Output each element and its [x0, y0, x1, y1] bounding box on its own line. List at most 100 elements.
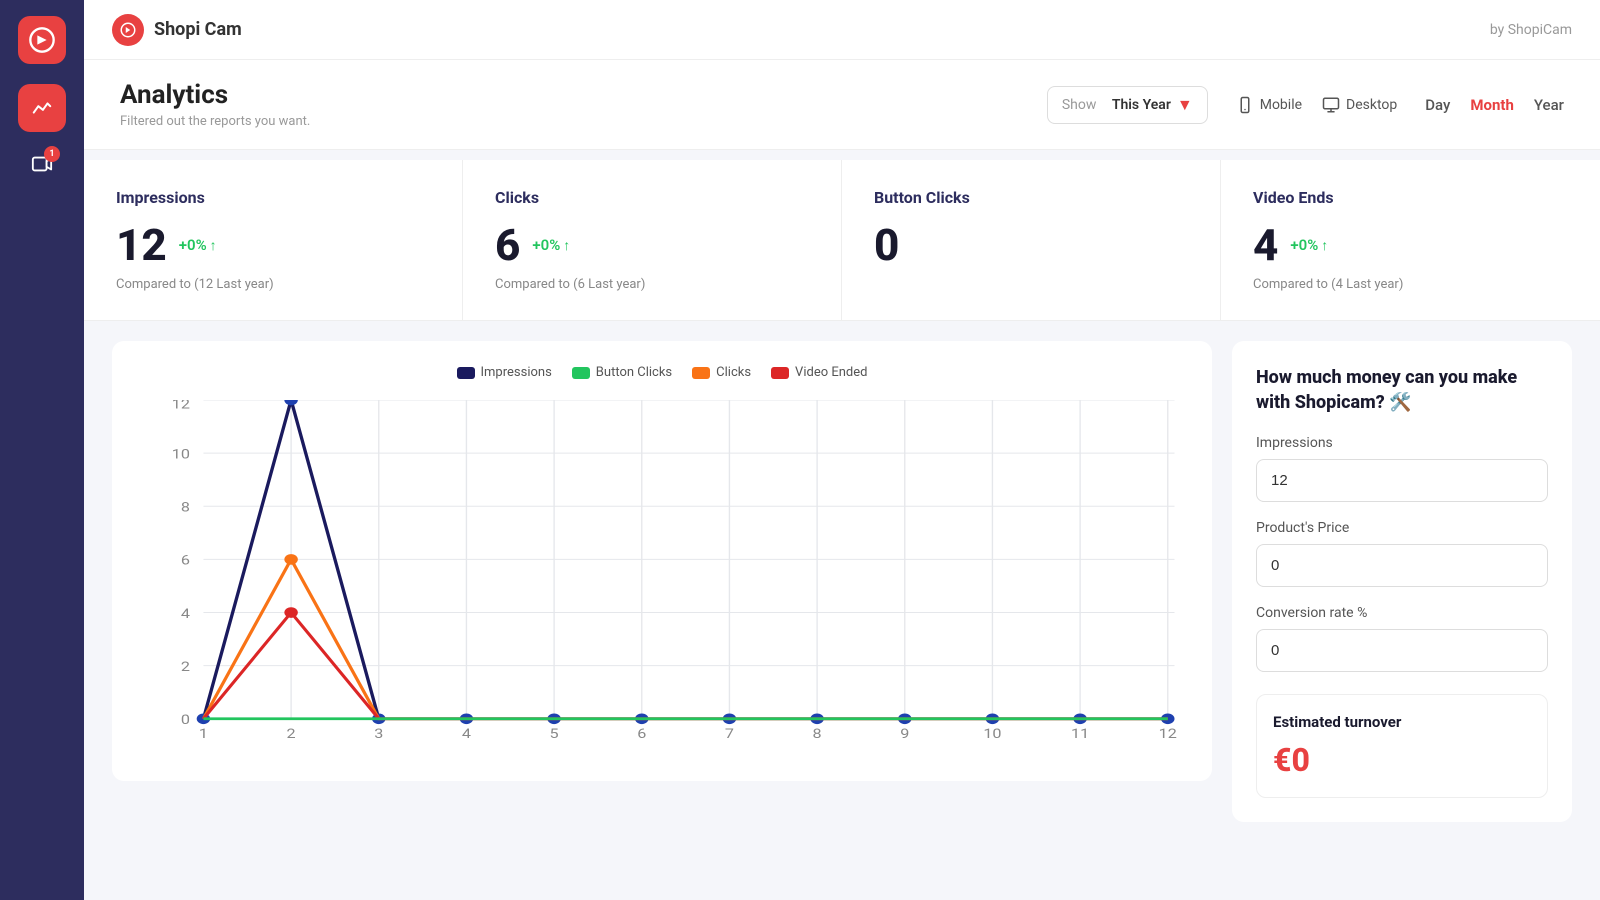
- svg-text:9: 9: [900, 726, 909, 740]
- show-value: This Year: [1112, 97, 1171, 113]
- page-area: Analytics Filtered out the reports you w…: [84, 60, 1600, 900]
- money-label-product-price: Product's Price: [1256, 520, 1548, 536]
- svg-text:6: 6: [637, 726, 646, 740]
- money-field-product-price: Product's Price: [1256, 520, 1548, 605]
- chart-dot-button-clicks-2: [284, 607, 297, 618]
- desktop-label: Desktop: [1346, 97, 1397, 113]
- svg-text:10: 10: [172, 446, 190, 462]
- mobile-icon: [1236, 96, 1254, 114]
- brand-name: Shopi Cam: [154, 19, 242, 40]
- chart-svg: 0 2 4 6 8 10 12 1 2 3 4 5 6: [136, 400, 1188, 740]
- stat-value-clicks: 6: [495, 223, 520, 267]
- sidebar-item-analytics[interactable]: [18, 84, 66, 132]
- stat-card-impressions: Impressions 12 +0% ↑ Compared to (12 Las…: [84, 160, 463, 320]
- money-label-impressions: Impressions: [1256, 435, 1548, 451]
- brand-logo: [112, 14, 144, 46]
- svg-text:3: 3: [374, 726, 383, 740]
- legend-dot-impressions: [457, 367, 475, 379]
- money-input-product-price[interactable]: [1256, 544, 1548, 587]
- stat-label-clicks: Clicks: [495, 188, 809, 207]
- svg-text:11: 11: [1071, 726, 1089, 740]
- svg-text:6: 6: [181, 552, 190, 568]
- chart-icon: [31, 97, 53, 119]
- money-label-conversion-rate: Conversion rate %: [1256, 605, 1548, 621]
- arrow-up-icon: ↑: [210, 237, 217, 254]
- svg-text:7: 7: [725, 726, 734, 740]
- brand: Shopi Cam: [112, 14, 242, 46]
- legend-label-impressions: Impressions: [481, 365, 552, 380]
- chart-area: 0 2 4 6 8 10 12 1 2 3 4 5 6: [136, 400, 1188, 740]
- stat-change-video-ends: +0% ↑: [1290, 236, 1328, 254]
- arrow-up-icon: ↑: [563, 237, 570, 254]
- money-field-impressions: Impressions: [1256, 435, 1548, 520]
- stat-change-clicks: +0% ↑: [532, 236, 570, 254]
- app-logo: [18, 16, 66, 64]
- desktop-icon: [1322, 96, 1340, 114]
- mobile-device-btn[interactable]: Mobile: [1236, 92, 1302, 118]
- legend-dot-button-clicks: [572, 367, 590, 379]
- show-year-dropdown[interactable]: Show This Year ▼: [1047, 86, 1208, 124]
- svg-text:1: 1: [199, 726, 208, 740]
- topbar: Shopi Cam by ShopiCam: [84, 0, 1600, 60]
- chart-dot-clicks-2: [284, 554, 297, 565]
- legend-label-video-ended: Video Ended: [795, 365, 867, 380]
- arrow-up-icon: ↑: [1321, 237, 1328, 254]
- legend-label-clicks: Clicks: [716, 365, 751, 380]
- svg-text:8: 8: [181, 499, 190, 515]
- chart-legend: Impressions Button Clicks Clicks Video E…: [136, 365, 1188, 380]
- money-input-conversion-rate[interactable]: [1256, 629, 1548, 672]
- money-input-impressions[interactable]: [1256, 459, 1548, 502]
- stat-value-video-ends: 4: [1253, 223, 1278, 267]
- svg-text:2: 2: [287, 726, 296, 740]
- page-title: Analytics: [120, 80, 310, 110]
- svg-text:5: 5: [550, 726, 559, 740]
- money-calculator: How much money can you make with Shopica…: [1232, 341, 1572, 822]
- stat-change-impressions: +0% ↑: [179, 236, 217, 254]
- svg-text:8: 8: [813, 726, 822, 740]
- sidebar: 1: [0, 0, 84, 900]
- stat-compare-impressions: Compared to (12 Last year): [116, 277, 430, 292]
- header-controls: Show This Year ▼ Mobile: [1047, 86, 1564, 124]
- desktop-device-btn[interactable]: Desktop: [1322, 92, 1397, 118]
- svg-text:12: 12: [172, 400, 190, 412]
- main-content: Shopi Cam by ShopiCam Analytics Filtered…: [84, 0, 1600, 900]
- period-group: Day Month Year: [1425, 96, 1564, 114]
- sidebar-item-video[interactable]: 1: [18, 140, 66, 188]
- stat-compare-clicks: Compared to (6 Last year): [495, 277, 809, 292]
- estimated-value: €0: [1273, 741, 1531, 779]
- stat-label-button-clicks: Button Clicks: [874, 188, 1188, 207]
- period-day-btn[interactable]: Day: [1425, 96, 1450, 114]
- stat-value-row-button-clicks: 0: [874, 223, 1188, 267]
- stat-label-video-ends: Video Ends: [1253, 188, 1568, 207]
- svg-text:4: 4: [462, 726, 471, 740]
- legend-button-clicks: Button Clicks: [572, 365, 672, 380]
- stat-card-clicks: Clicks 6 +0% ↑ Compared to (6 Last year): [463, 160, 842, 320]
- legend-impressions: Impressions: [457, 365, 552, 380]
- stat-compare-video-ends: Compared to (4 Last year): [1253, 277, 1568, 292]
- svg-text:10: 10: [983, 726, 1001, 740]
- period-month-btn[interactable]: Month: [1470, 96, 1513, 114]
- stat-value-row-video-ends: 4 +0% ↑: [1253, 223, 1568, 267]
- period-year-btn[interactable]: Year: [1534, 96, 1564, 114]
- money-title: How much money can you make with Shopica…: [1256, 365, 1548, 415]
- legend-video-ended: Video Ended: [771, 365, 867, 380]
- chart-container: Impressions Button Clicks Clicks Video E…: [112, 341, 1212, 781]
- chevron-down-icon: ▼: [1177, 95, 1193, 115]
- stat-card-button-clicks: Button Clicks 0: [842, 160, 1221, 320]
- stat-value-row-impressions: 12 +0% ↑: [116, 223, 430, 267]
- analytics-header: Analytics Filtered out the reports you w…: [84, 60, 1600, 150]
- svg-text:4: 4: [181, 606, 190, 622]
- stats-row: Impressions 12 +0% ↑ Compared to (12 Las…: [84, 160, 1600, 321]
- chart-dot-impressions-2: [284, 400, 297, 405]
- mobile-label: Mobile: [1260, 97, 1302, 113]
- stat-label-impressions: Impressions: [116, 188, 430, 207]
- video-badge: 1: [44, 146, 60, 162]
- page-subtitle: Filtered out the reports you want.: [120, 114, 310, 129]
- legend-clicks: Clicks: [692, 365, 751, 380]
- svg-text:2: 2: [181, 659, 190, 675]
- bottom-section: Impressions Button Clicks Clicks Video E…: [84, 321, 1600, 842]
- device-group: Mobile Desktop: [1236, 92, 1398, 118]
- legend-label-button-clicks: Button Clicks: [596, 365, 672, 380]
- stat-value-button-clicks: 0: [874, 223, 899, 267]
- stat-value-row-clicks: 6 +0% ↑: [495, 223, 809, 267]
